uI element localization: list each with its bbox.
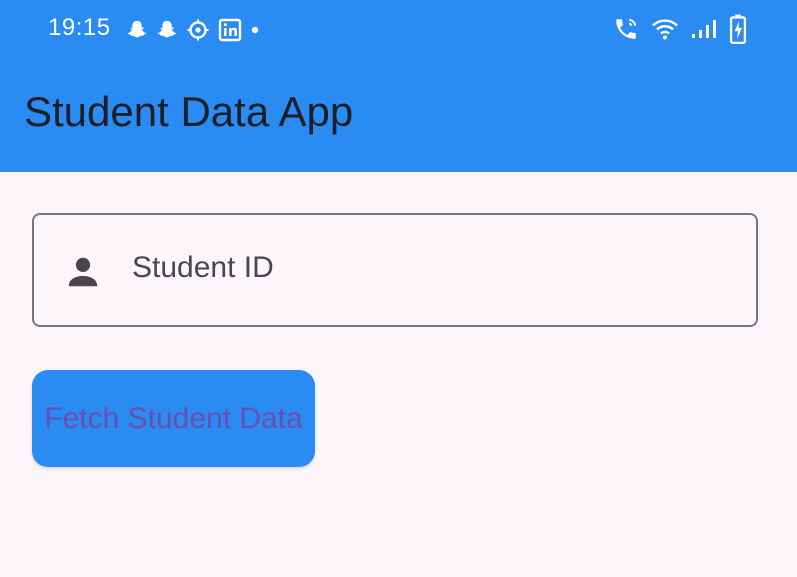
- fetch-button-label: Fetch Student Data: [44, 401, 303, 435]
- top-app-bar: 19:15 Student Data App: [0, 0, 797, 172]
- student-id-input[interactable]: Student ID: [32, 213, 758, 327]
- snapchat-icon: [157, 20, 177, 38]
- linkedin-icon: [218, 18, 242, 42]
- status-time: 19:15: [48, 14, 111, 41]
- wifi-icon: [652, 19, 678, 40]
- app-title: Student Data App: [24, 88, 354, 135]
- battery-charging-icon: [729, 14, 747, 44]
- student-id-placeholder: Student ID: [132, 251, 274, 284]
- fetch-student-data-button[interactable]: Fetch Student Data: [32, 370, 315, 467]
- status-system-icons: [613, 12, 747, 46]
- dot-icon: [251, 26, 259, 34]
- person-icon: [68, 257, 98, 287]
- status-notification-icons: [126, 14, 260, 46]
- wifi-calling-icon: [616, 18, 637, 39]
- settings-icon: [187, 19, 209, 41]
- signal-icon: [692, 20, 716, 38]
- snapchat-icon: [127, 20, 147, 38]
